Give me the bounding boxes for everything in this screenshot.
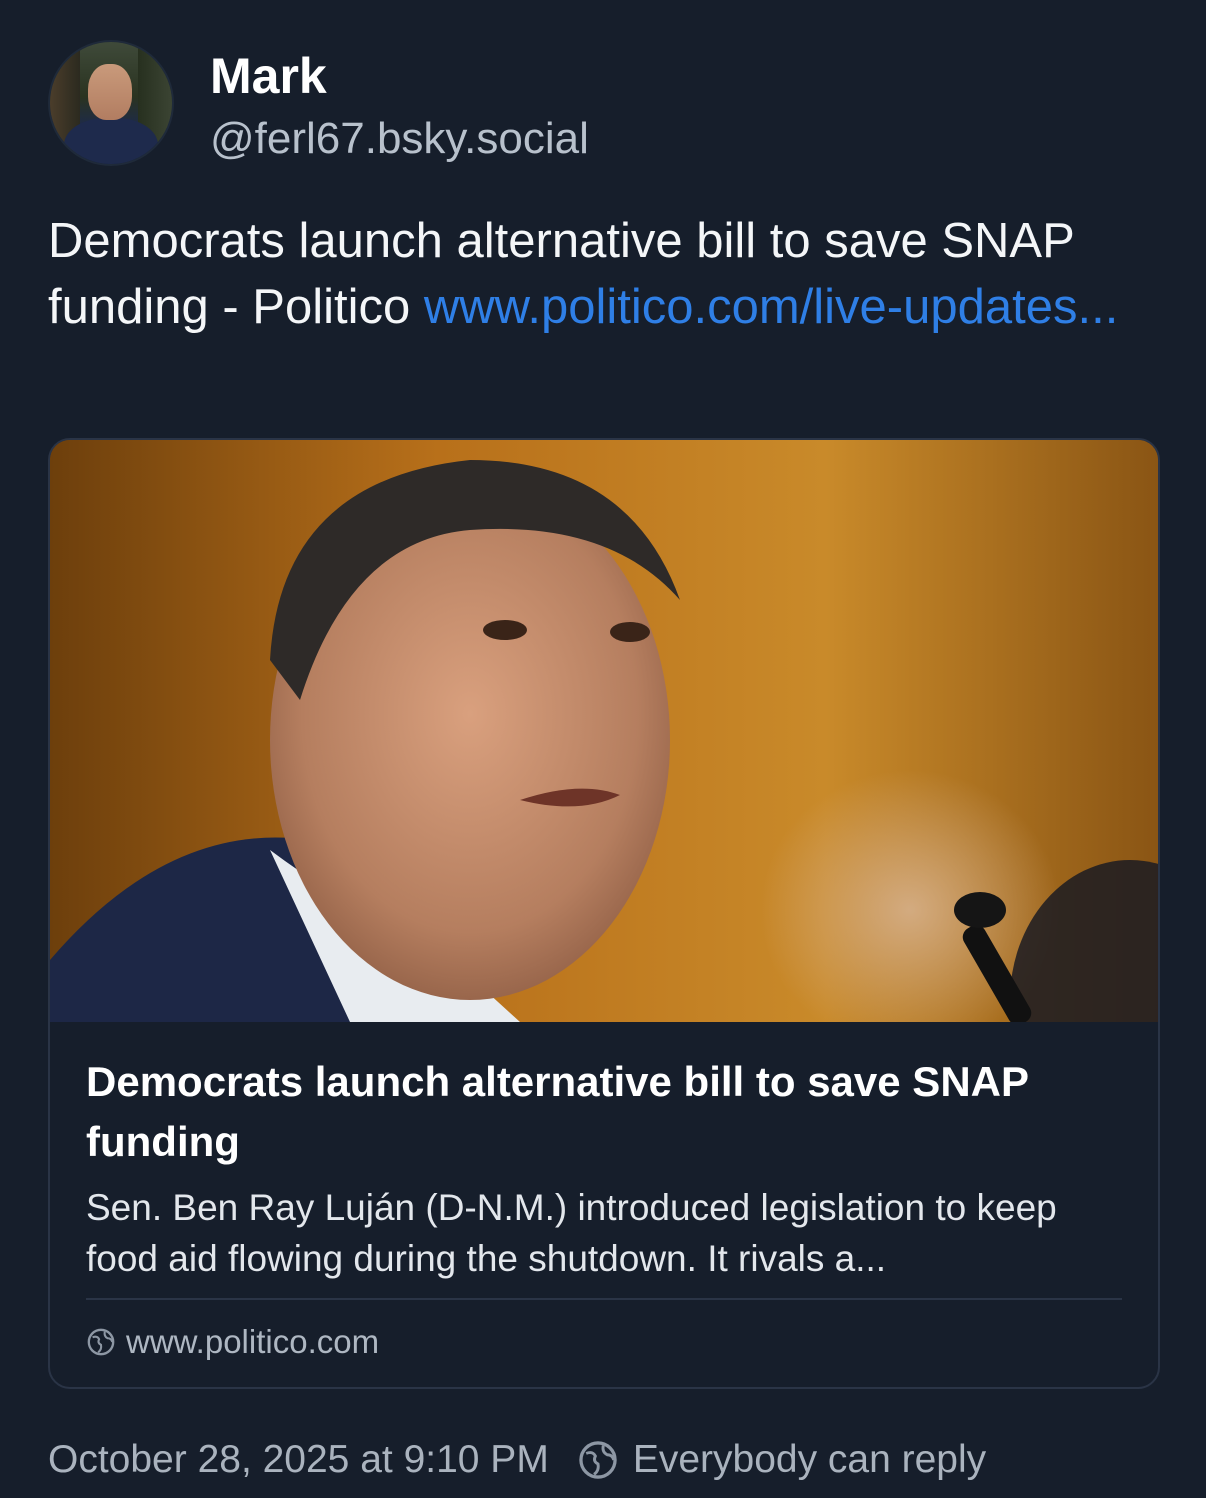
avatar-face bbox=[88, 64, 132, 120]
link-preview-domain: www.politico.com bbox=[86, 1318, 379, 1366]
author-handle[interactable]: @ferl67.bsky.social bbox=[210, 112, 589, 166]
link-preview-card[interactable]: Democrats launch alternative bill to sav… bbox=[48, 438, 1160, 1389]
link-preview-divider bbox=[86, 1298, 1122, 1300]
reply-settings[interactable]: Everybody can reply bbox=[577, 1438, 986, 1482]
avatar-shirt bbox=[64, 118, 158, 164]
author-avatar[interactable] bbox=[50, 42, 172, 164]
link-preview-description: Sen. Ben Ray Luján (D-N.M.) introduced l… bbox=[86, 1187, 1057, 1279]
post-footer: October 28, 2025 at 9:10 PM Everybody ca… bbox=[48, 1432, 986, 1488]
globe-icon bbox=[86, 1327, 116, 1357]
link-preview-image bbox=[50, 440, 1158, 1022]
post-text: Democrats launch alternative bill to sav… bbox=[48, 208, 1158, 340]
reply-settings-label: Everybody can reply bbox=[632, 1438, 987, 1481]
news-photo-illustration bbox=[50, 440, 1158, 1022]
link-preview-domain-text: www.politico.com bbox=[126, 1323, 380, 1360]
post-link[interactable]: www.politico.com/​live-updates... bbox=[424, 280, 1118, 334]
globe-icon bbox=[577, 1439, 619, 1481]
post-thread-item: Mark @ferl67.bsky.social Democrats launc… bbox=[0, 0, 1206, 1498]
link-preview-title[interactable]: Democrats launch alternative bill to sav… bbox=[86, 1052, 1126, 1172]
post-timestamp: October 28, 2025 at 9:10 PM bbox=[48, 1438, 549, 1481]
author-display-name[interactable]: Mark bbox=[210, 46, 327, 106]
